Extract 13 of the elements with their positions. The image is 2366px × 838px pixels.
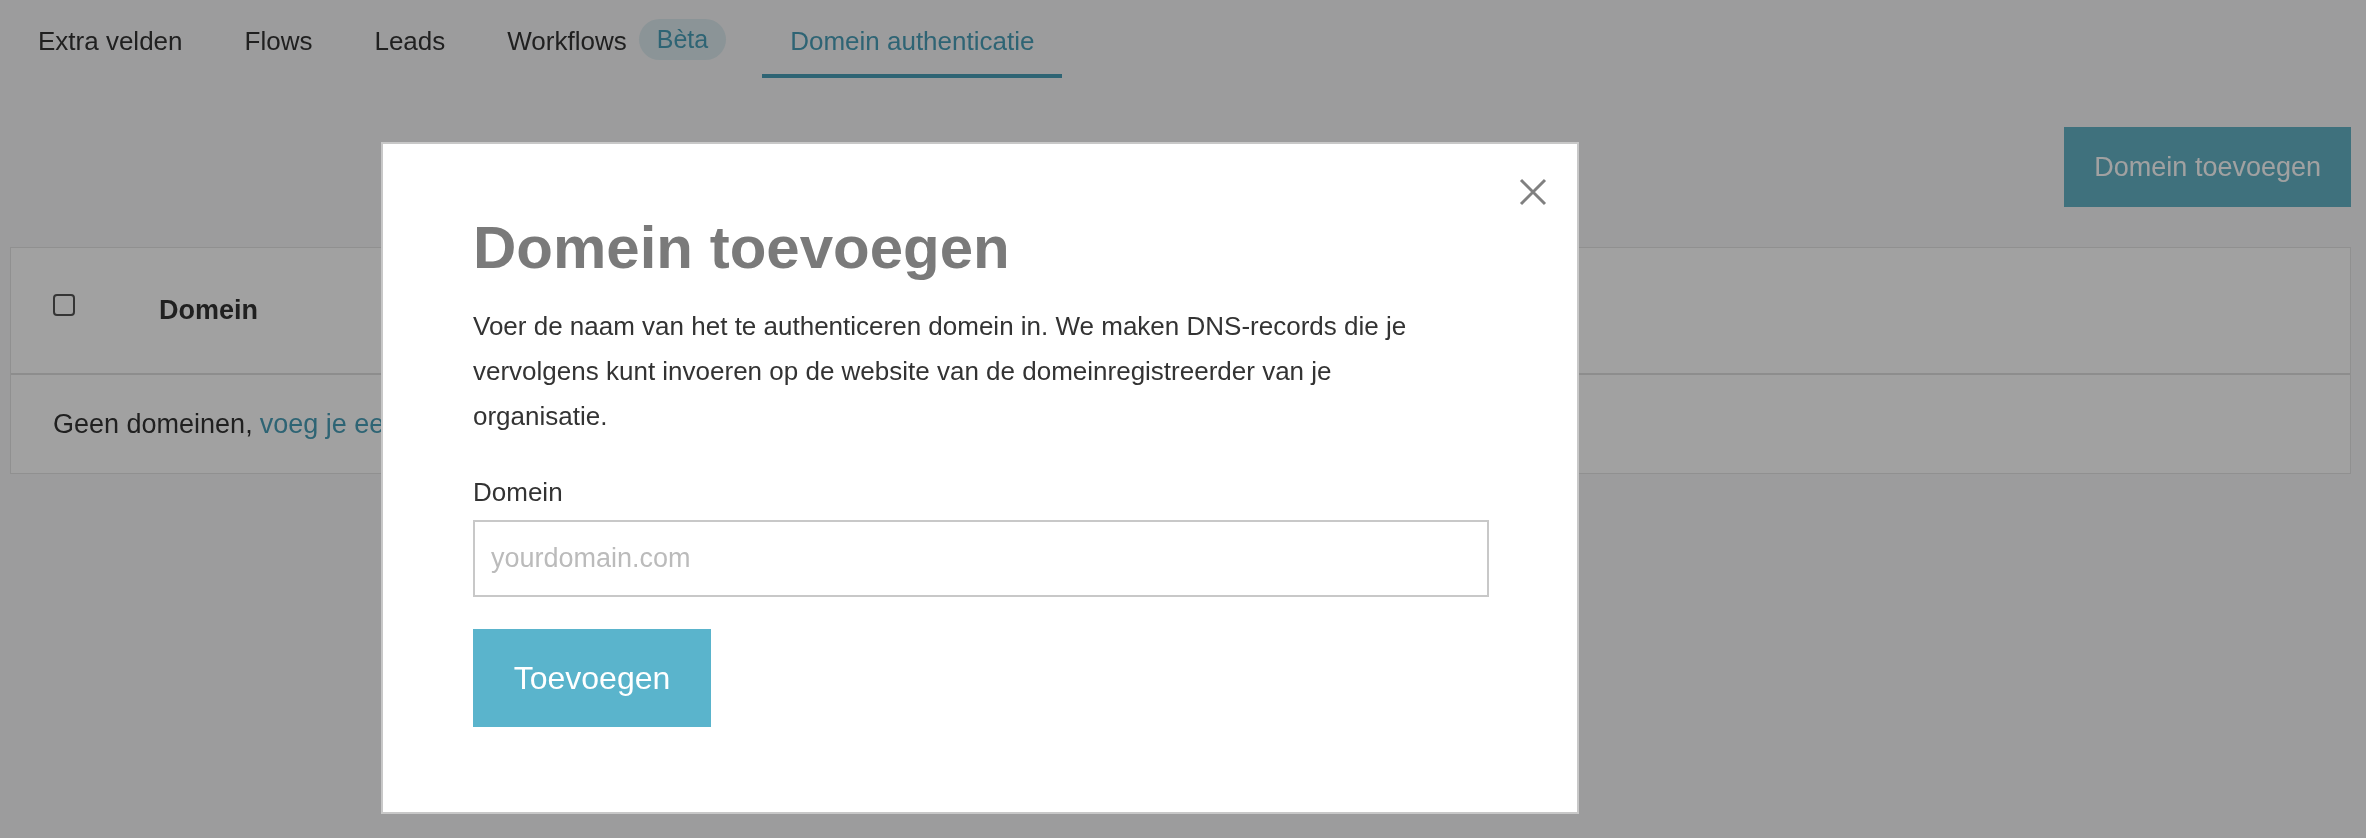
tab[interactable]: Flows bbox=[216, 0, 341, 78]
domain-input-field[interactable]: yourdomain.com bbox=[473, 520, 1489, 597]
empty-message: Geen domeinen, bbox=[53, 408, 253, 440]
tab[interactable]: Extra velden bbox=[10, 0, 211, 78]
field-label: Domein bbox=[473, 477, 564, 508]
tab[interactable]: Workflows bbox=[479, 0, 627, 78]
column-header: Domein bbox=[159, 295, 258, 326]
select-all-checkbox[interactable] bbox=[53, 293, 75, 316]
close-icon[interactable] bbox=[1519, 178, 1547, 206]
modal-title: Domein toevoegen bbox=[473, 213, 1011, 283]
tab[interactable]: Leads bbox=[346, 0, 474, 78]
beta-badge: Bèta bbox=[638, 18, 727, 60]
modal-description: Voer de naam van het te authenticeren domein in. We maken DNS-records die je vervolgens kunt invoeren op de website van de domeinregistreerder van je organisatie. bbox=[473, 310, 1408, 433]
